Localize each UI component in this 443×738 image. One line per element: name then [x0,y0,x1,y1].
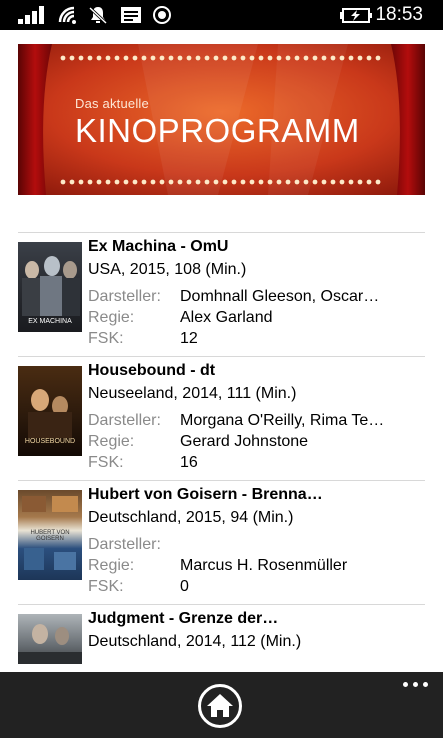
banner-subtitle: Das aktuelle [75,96,149,111]
home-icon [207,694,233,717]
fsk-label: FSK: [88,330,124,347]
fsk-value: 0 [180,578,189,595]
fsk-row: FSK: 16 [88,454,198,472]
darsteller-row: Darsteller: Morgana O'Reilly, Rima Te… [88,412,384,430]
darsteller-value: Domhnall Gleeson, Oscar… [180,288,380,305]
darsteller-label: Darsteller: [88,288,161,305]
regie-row: Regie: Gerard Johnstone [88,433,308,451]
darsteller-label: Darsteller: [88,412,161,429]
movie-meta: Deutschland, 2014, 112 (Min.) [88,633,302,650]
regie-label: Regie: [88,433,135,450]
fsk-value: 12 [180,330,198,347]
movie-title: Judgment - Grenze der… [88,610,279,627]
movie-item[interactable]: HUBERT VON GOISERN Hubert von Goisern - … [18,480,425,604]
record-icon [153,6,171,24]
signal-icon [18,6,48,24]
home-button[interactable] [198,684,242,728]
darsteller-label: Darsteller: [88,536,161,553]
movie-poster [18,614,82,664]
wifi-icon [58,6,76,24]
status-bar: 18:53 [0,0,443,30]
movie-meta: Neuseeland, 2014, 111 (Min.) [88,385,297,402]
movie-item[interactable]: EX MACHINA Ex Machina - OmU USA, 2015, 1… [18,232,425,356]
message-icon [121,7,141,23]
battery-charging-icon [340,8,372,23]
regie-label: Regie: [88,309,135,326]
movie-title: Housebound - dt [88,362,216,379]
movie-poster: HUBERT VON GOISERN [18,490,82,580]
movie-meta: USA, 2015, 108 (Min.) [88,261,247,278]
movie-meta: Deutschland, 2015, 94 (Min.) [88,509,294,526]
poster-caption: HOUSEBOUND [24,438,76,445]
fsk-label: FSK: [88,578,124,595]
bell-off-icon [88,6,108,24]
movie-list: EX MACHINA Ex Machina - OmU USA, 2015, 1… [18,232,425,728]
movie-title: Ex Machina - OmU [88,238,229,255]
app-bar [0,672,443,738]
regie-value: Gerard Johnstone [180,433,309,450]
movie-title: Hubert von Goisern - Brenna… [88,486,323,503]
poster-caption: EX MACHINA [28,318,72,325]
clock: 18:53 [375,4,423,25]
movie-item[interactable]: HOUSEBOUND Housebound - dt Neuseeland, 2… [18,356,425,480]
darsteller-row: Darsteller: [88,536,180,554]
darsteller-value: Morgana O'Reilly, Rima Te… [180,412,385,429]
fsk-label: FSK: [88,454,124,471]
regie-row: Regie: Marcus H. Rosenmüller [88,557,347,575]
fsk-value: 16 [180,454,198,471]
regie-value: Marcus H. Rosenmüller [180,557,348,574]
movie-poster: EX MACHINA [18,242,82,332]
poster-caption: HUBERT VON GOISERN [30,530,70,542]
more-dots-icon[interactable] [403,680,429,688]
banner-title: KINOPROGRAMM [75,112,360,149]
movie-poster: HOUSEBOUND [18,366,82,456]
regie-label: Regie: [88,557,135,574]
regie-row: Regie: Alex Garland [88,309,273,327]
darsteller-row: Darsteller: Domhnall Gleeson, Oscar… [88,288,379,306]
kinoprogramm-banner: Das aktuelle KINOPROGRAMM [18,44,425,195]
fsk-row: FSK: 12 [88,330,198,348]
fsk-row: FSK: 0 [88,578,189,596]
regie-value: Alex Garland [180,309,273,326]
